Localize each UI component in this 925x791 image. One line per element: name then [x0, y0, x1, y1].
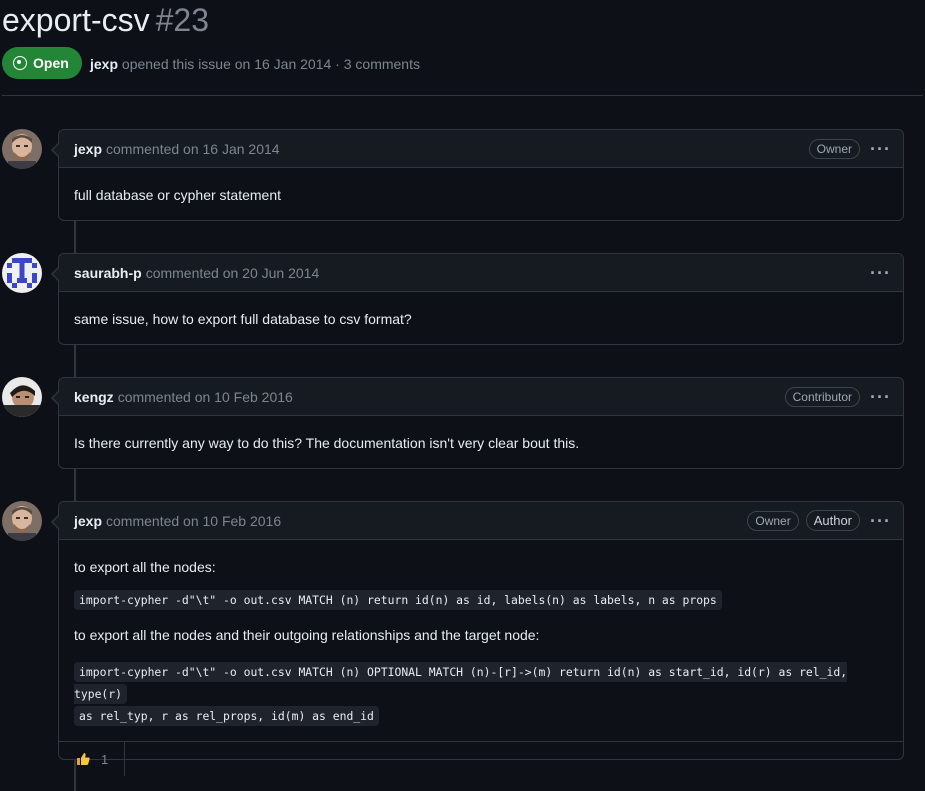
avatar-jexp-image: [2, 501, 42, 541]
comment-author[interactable]: kengz: [74, 389, 114, 405]
more-options-icon[interactable]: ···: [870, 512, 891, 530]
author-badge: Author: [805, 510, 861, 531]
avatar-jexp[interactable]: [2, 501, 42, 541]
comment-header: saurabh-p commented on 20 Jun 2014 ···: [59, 254, 903, 292]
code-line: import-cypher -d"\t" -o out.csv MATCH (n…: [74, 662, 848, 704]
code-line: import-cypher -d"\t" -o out.csv MATCH (n…: [74, 590, 722, 610]
reaction-thumbs-up-button[interactable]: 1: [59, 742, 126, 776]
comment-body: Is there currently any way to do this? T…: [59, 416, 903, 470]
thumbs-up-icon: [77, 753, 90, 765]
issue-meta-text: opened this issue on 16 Jan 2014 · 3 com…: [121, 56, 420, 72]
avatar-saurabh-p-image: [2, 253, 42, 293]
comment-timestamp[interactable]: commented on 10 Feb 2016: [118, 389, 293, 405]
more-options-icon[interactable]: ···: [870, 140, 891, 158]
issue-state-badge: Open: [2, 47, 82, 79]
owner-badge: Owner: [808, 138, 861, 159]
comment-author[interactable]: jexp: [74, 513, 102, 529]
comment-author[interactable]: saurabh-p: [74, 265, 142, 281]
comment-text: to export all the nodes and their outgoi…: [74, 627, 540, 643]
header-divider: [2, 95, 923, 96]
comment-text: same issue, how to export full database …: [74, 311, 412, 327]
comment-header: kengz commented on 10 Feb 2016 Contribut…: [59, 378, 903, 416]
avatar-saurabh-p[interactable]: [2, 253, 42, 293]
comment-header: jexp commented on 16 Jan 2014 Owner ···: [59, 130, 903, 168]
issue-title-text: export-csv: [2, 2, 150, 38]
avatar-jexp-image: [2, 129, 42, 169]
more-options-icon[interactable]: ···: [870, 388, 891, 406]
reaction-count: 1: [101, 751, 109, 767]
issue-number: #23: [155, 2, 209, 38]
more-options-icon[interactable]: ···: [870, 264, 891, 282]
comment-body: same issue, how to export full database …: [59, 292, 903, 346]
avatar-kengz[interactable]: [2, 377, 42, 417]
comment-card: jexp commented on 16 Jan 2014 Owner ··· …: [51, 129, 904, 222]
owner-badge: Owner: [747, 510, 799, 531]
comment-text: full database or cypher statement: [74, 187, 282, 203]
avatar-jexp[interactable]: [2, 129, 42, 169]
comment-timestamp[interactable]: commented on 16 Jan 2014: [106, 141, 280, 157]
comment-card: kengz commented on 10 Feb 2016 Contribut…: [51, 377, 904, 470]
code-snippet: import-cypher -d"\t" -o out.csv MATCH (n…: [74, 589, 888, 611]
comment-body: to export all the nodes: import-cypher -…: [59, 540, 903, 741]
issue-meta: jexp opened this issue on 16 Jan 2014 · …: [90, 56, 420, 72]
comment-reactions: 1: [59, 741, 903, 776]
comment-text: to export all the nodes:: [74, 559, 216, 575]
issue-author-link[interactable]: jexp: [90, 56, 118, 72]
comment-timestamp[interactable]: commented on 20 Jun 2014: [146, 265, 320, 281]
issue-state-label: Open: [33, 55, 69, 71]
comment-header: jexp commented on 10 Feb 2016 Owner Auth…: [59, 502, 903, 540]
code-line: as rel_typ, r as rel_props, id(m) as end…: [74, 706, 379, 726]
comment-author[interactable]: jexp: [74, 141, 102, 157]
code-snippet: import-cypher -d"\t" -o out.csv MATCH (n…: [74, 661, 888, 727]
comment-card: jexp commented on 10 Feb 2016 Owner Auth…: [51, 501, 904, 776]
issue-opened-icon: [13, 56, 27, 70]
contributor-badge: Contributor: [784, 386, 861, 407]
issue-title: export-csv #23: [2, 2, 209, 39]
avatar-kengz-image: [2, 377, 42, 417]
comment-card: saurabh-p commented on 20 Jun 2014 ··· s…: [51, 253, 904, 346]
comment-text: Is there currently any way to do this? T…: [74, 435, 580, 451]
comment-body: full database or cypher statement: [59, 168, 903, 222]
comment-timestamp[interactable]: commented on 10 Feb 2016: [106, 513, 281, 529]
